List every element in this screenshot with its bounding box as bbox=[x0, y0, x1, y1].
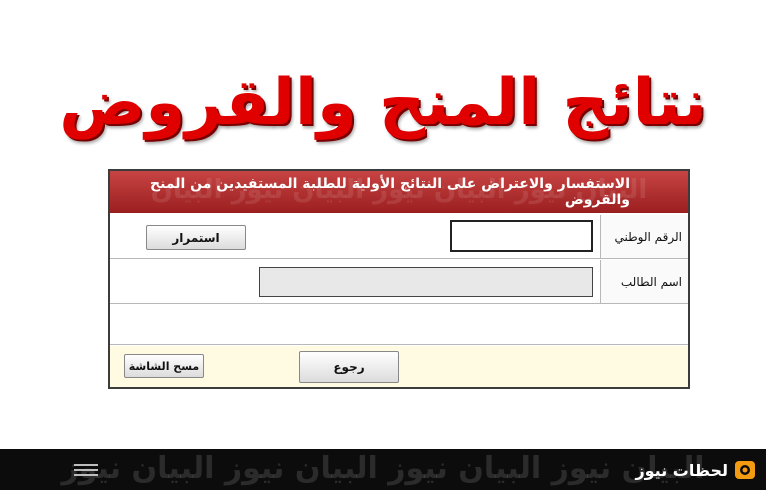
action-row: رجوع مسح الشاشة bbox=[110, 346, 688, 387]
form-header-text: الاستفسار والاعتراض على النتائج الأولية … bbox=[150, 176, 630, 208]
back-button[interactable]: رجوع bbox=[299, 351, 399, 383]
brand-name: لحظات نيوز bbox=[635, 460, 728, 480]
grant-results-form: البيان نيوز البيان نيوز البيان نيوز البي… bbox=[108, 169, 690, 389]
continue-button[interactable]: استمرار bbox=[146, 225, 246, 250]
student-name-field bbox=[259, 267, 593, 297]
national-id-label: الرقم الوطني bbox=[600, 215, 688, 258]
student-name-label: اسم الطالب bbox=[600, 260, 688, 303]
clear-screen-button[interactable]: مسح الشاشة bbox=[124, 354, 204, 378]
national-id-input[interactable] bbox=[450, 220, 593, 252]
footer-bar: البيان نيوز البيان نيوز البيان نيوز البي… bbox=[0, 449, 766, 490]
brand[interactable]: لحظات نيوز bbox=[635, 456, 756, 484]
national-id-row: الرقم الوطني استمرار bbox=[110, 215, 688, 259]
form-header: البيان نيوز البيان نيوز البيان نيوز البي… bbox=[110, 171, 688, 213]
page-title: نتائج المنح والقروض bbox=[59, 66, 707, 140]
student-name-row: اسم الطالب bbox=[110, 260, 688, 304]
menu-icon[interactable] bbox=[73, 463, 99, 477]
empty-row bbox=[110, 305, 688, 345]
brand-logo-icon bbox=[734, 459, 756, 481]
